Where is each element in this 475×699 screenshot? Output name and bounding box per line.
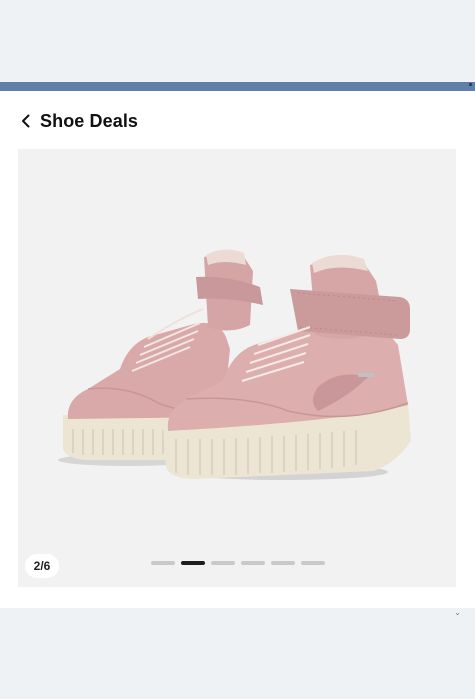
page-title: Shoe Deals: [40, 110, 139, 131]
carousel-dot-5[interactable]: [271, 561, 295, 565]
carousel-dot-4[interactable]: [241, 561, 265, 565]
carousel-dot-6[interactable]: [301, 561, 325, 565]
strip-marker: [469, 83, 472, 86]
product-sheet: Shoe Deals 2/6: [0, 91, 475, 608]
bottom-area: ⌄: [0, 608, 475, 699]
header: Shoe Deals: [18, 108, 138, 134]
carousel-dots: [151, 561, 325, 565]
image-counter: 2/6: [25, 554, 59, 578]
accent-strip: [0, 82, 475, 91]
product-image-gallery[interactable]: 2/6: [18, 149, 456, 587]
chevron-left-icon[interactable]: [18, 111, 34, 131]
top-area: [0, 0, 475, 82]
chevron-down-icon: ⌄: [454, 608, 461, 617]
product-image: [58, 249, 411, 480]
carousel-dot-1[interactable]: [151, 561, 175, 565]
carousel-dot-3[interactable]: [211, 561, 235, 565]
carousel-dot-2[interactable]: [181, 561, 205, 565]
